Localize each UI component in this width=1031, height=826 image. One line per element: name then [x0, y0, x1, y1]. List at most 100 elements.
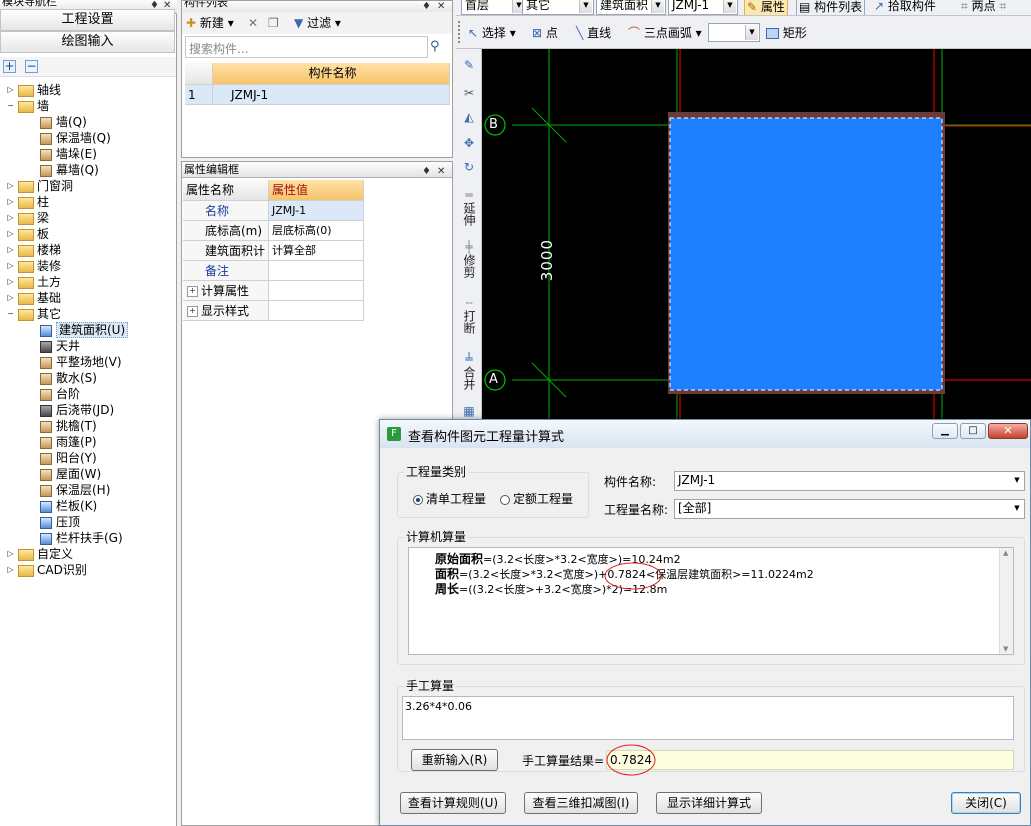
tree-item[interactable]: 屋面(W) [40, 466, 101, 482]
tree-item[interactable]: 栏板(K) [40, 498, 97, 514]
component-row-name[interactable]: JZMJ-1 [213, 85, 450, 105]
point-button[interactable]: ⊠ 点 [532, 24, 558, 42]
arc-option-select[interactable]: ▼ [708, 23, 760, 42]
rotate-icon[interactable]: ↻ [458, 160, 480, 174]
tree-item[interactable]: 挑檐(T) [40, 418, 97, 434]
tree-folder[interactable]: ▷ 梁 [6, 210, 49, 226]
tree-folder[interactable]: ▷ 楼梯 [6, 242, 61, 258]
search-input[interactable]: 搜索构件... [185, 36, 428, 58]
tree-item[interactable]: 阳台(Y) [40, 450, 97, 466]
project-settings-button[interactable]: 工程设置 [0, 9, 175, 31]
attr-name-cell[interactable]: + 计算属性 [183, 281, 269, 301]
arc-button[interactable]: ⌒ 三点画弧 ▾ [628, 24, 702, 42]
tree-item[interactable]: 雨篷(P) [40, 434, 97, 450]
tree-folder[interactable]: ▷ 门窗洞 [6, 178, 73, 194]
tree-item[interactable]: 栏杆扶手(G) [40, 530, 123, 546]
move-icon[interactable]: ✥ [458, 136, 480, 150]
expand-icon[interactable]: + [187, 306, 198, 317]
expand-all-icon[interactable]: + [3, 60, 16, 73]
tree-item[interactable]: 压顶 [40, 514, 80, 530]
pin-icon[interactable]: ♦ [422, 164, 431, 177]
tree-item[interactable]: 建筑面积(U) [40, 322, 129, 338]
tree-folder[interactable]: ▷ CAD识别 [6, 562, 86, 578]
tree-item[interactable]: 天井 [40, 338, 80, 354]
show-detail-button[interactable]: 显示详细计算式 [656, 792, 762, 814]
view-3d-button[interactable]: 查看三维扣减图(I) [524, 792, 638, 814]
expand-icon[interactable]: ▷ [6, 246, 15, 255]
tree-folder[interactable]: ▷ 基础 [6, 290, 61, 306]
collapse-all-icon[interactable]: − [25, 60, 38, 73]
rect-button[interactable]: 矩形 [766, 24, 807, 42]
attr-name-cell[interactable]: + 显示样式 [183, 301, 269, 321]
extend-button[interactable]: ═ 延伸 [458, 188, 480, 229]
expand-icon[interactable]: ▷ [6, 262, 15, 271]
maximize-icon[interactable]: □ [960, 423, 986, 439]
break-button[interactable]: ╌ 打断 [458, 296, 480, 337]
collapse-icon[interactable]: − [6, 310, 15, 319]
view-rules-button[interactable]: 查看计算规则(U) [400, 792, 506, 814]
tree-item[interactable]: 散水(S) [40, 370, 97, 386]
expand-icon[interactable]: ▷ [6, 278, 15, 287]
tree-folder[interactable]: ▷ 轴线 [6, 82, 61, 98]
new-button[interactable]: ✚ 新建 ▾ [186, 14, 234, 32]
tree-item[interactable]: 保温层(H) [40, 482, 110, 498]
attr-value-cell[interactable]: 计算全部 [269, 241, 364, 261]
expand-icon[interactable]: ▷ [6, 230, 15, 239]
expand-icon[interactable]: ▷ [6, 550, 15, 559]
qty-name-select[interactable]: [全部] ▼ [674, 499, 1025, 519]
draw-input-button[interactable]: 绘图输入 [0, 31, 175, 53]
tree-folder[interactable]: − 墙 [6, 98, 49, 114]
scroll-down-icon[interactable]: ▼ [1003, 645, 1008, 653]
attr-toggle-button[interactable]: ✎ 属性 [744, 0, 788, 15]
trim-button[interactable]: ╪ 修剪 [458, 240, 480, 281]
search-icon[interactable]: ⚲ [430, 39, 448, 57]
tree-folder[interactable]: ▷ 自定义 [6, 546, 73, 562]
reenter-button[interactable]: 重新输入(R) [411, 749, 498, 771]
close-icon[interactable]: ✕ [988, 423, 1028, 439]
tree-folder[interactable]: ▷ 柱 [6, 194, 49, 210]
floor-select[interactable]: 首层 ▼ [461, 0, 527, 15]
expand-icon[interactable]: + [187, 286, 198, 297]
category-select[interactable]: 其它 ▼ [522, 0, 594, 15]
expand-icon[interactable]: ▷ [6, 86, 15, 95]
minimize-icon[interactable]: ▁ [932, 423, 958, 439]
type-select[interactable]: 建筑面积 ▼ [596, 0, 666, 15]
merge-button[interactable]: ╧ 合并 [458, 352, 480, 393]
expand-icon[interactable]: ▷ [6, 214, 15, 223]
expand-icon[interactable]: ▷ [6, 198, 15, 207]
two-points-button[interactable]: ⌗ 两点 ⌗ [961, 0, 1006, 15]
split-icon[interactable]: ▦ [458, 404, 480, 418]
tree-item[interactable]: 幕墙(Q) [40, 162, 99, 178]
comp-name-select[interactable]: JZMJ-1 ▼ [674, 471, 1025, 491]
tree-folder[interactable]: − 其它 [6, 306, 61, 322]
tree-item[interactable]: 墙(Q) [40, 114, 87, 130]
scroll-up-icon[interactable]: ▲ [1003, 549, 1008, 557]
line-button[interactable]: ╲ 直线 [576, 24, 611, 42]
attr-value-cell[interactable] [269, 261, 364, 281]
radio-list-qty[interactable]: 清单工程量 [413, 490, 486, 507]
close-button[interactable]: 关闭(C) [951, 792, 1021, 814]
component-list-button[interactable]: ▤ 构件列表 [796, 0, 866, 15]
collapse-icon[interactable]: − [6, 102, 15, 111]
formula-box[interactable]: 原始面积=(3.2<长度>*3.2<宽度>)=10.24m2 面积=(3.2<长度… [408, 547, 1014, 655]
attr-value-cell[interactable]: 层底标高(0) [269, 221, 364, 241]
close-icon[interactable]: ✕ [437, 164, 445, 177]
select-button[interactable]: ↖ 选择 ▾ [468, 24, 516, 42]
manual-input[interactable]: 3.26*4*0.06 [402, 696, 1014, 740]
attr-value-cell[interactable]: JZMJ-1 [269, 201, 364, 221]
tree-item[interactable]: 台阶 [40, 386, 80, 402]
tree-item[interactable]: 保温墙(Q) [40, 130, 111, 146]
expand-icon[interactable]: ▷ [6, 182, 15, 191]
expand-icon[interactable]: ▷ [6, 294, 15, 303]
expand-icon[interactable]: ▷ [6, 566, 15, 575]
tree-folder[interactable]: ▷ 土方 [6, 274, 61, 290]
brush-icon[interactable]: ✎ [458, 58, 480, 72]
delete-icon[interactable]: ✕ [248, 14, 258, 32]
tree-item[interactable]: 后浇带(JD) [40, 402, 114, 418]
radio-quota-qty[interactable]: 定额工程量 [500, 490, 573, 507]
tree-folder[interactable]: ▷ 板 [6, 226, 49, 242]
tree-item[interactable]: 平整场地(V) [40, 354, 122, 370]
scissors-icon[interactable]: ✂ [458, 86, 480, 100]
component-select[interactable]: JZMJ-1 ▼ [668, 0, 738, 15]
copy-icon[interactable]: ❐ [268, 14, 279, 32]
